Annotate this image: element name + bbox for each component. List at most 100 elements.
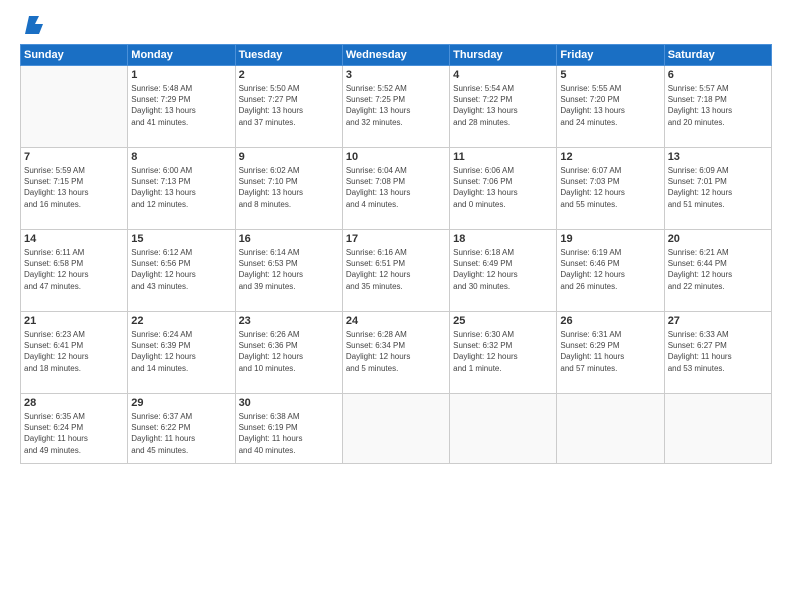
logo-icon bbox=[21, 16, 43, 34]
table-row: 11 Sunrise: 6:06 AM Sunset: 7:06 PM Dayli… bbox=[450, 148, 557, 230]
table-row: 6 Sunrise: 5:57 AM Sunset: 7:18 PM Daylig… bbox=[664, 66, 771, 148]
day-info: Sunrise: 6:23 AM Sunset: 6:41 PM Dayligh… bbox=[24, 329, 124, 374]
table-row: 28 Sunrise: 6:35 AM Sunset: 6:24 PM Dayli… bbox=[21, 394, 128, 464]
table-row: 15 Sunrise: 6:12 AM Sunset: 6:56 PM Dayli… bbox=[128, 230, 235, 312]
day-info: Sunrise: 6:30 AM Sunset: 6:32 PM Dayligh… bbox=[453, 329, 553, 374]
day-info: Sunrise: 6:19 AM Sunset: 6:46 PM Dayligh… bbox=[560, 247, 660, 292]
table-row: 19 Sunrise: 6:19 AM Sunset: 6:46 PM Dayli… bbox=[557, 230, 664, 312]
table-row: 7 Sunrise: 5:59 AM Sunset: 7:15 PM Daylig… bbox=[21, 148, 128, 230]
table-row: 26 Sunrise: 6:31 AM Sunset: 6:29 PM Dayli… bbox=[557, 312, 664, 394]
day-info: Sunrise: 6:07 AM Sunset: 7:03 PM Dayligh… bbox=[560, 165, 660, 210]
day-number: 1 bbox=[131, 69, 231, 81]
table-row: 24 Sunrise: 6:28 AM Sunset: 6:34 PM Dayli… bbox=[342, 312, 449, 394]
day-info: Sunrise: 6:28 AM Sunset: 6:34 PM Dayligh… bbox=[346, 329, 446, 374]
day-info: Sunrise: 6:18 AM Sunset: 6:49 PM Dayligh… bbox=[453, 247, 553, 292]
day-info: Sunrise: 6:02 AM Sunset: 7:10 PM Dayligh… bbox=[239, 165, 339, 210]
day-number: 22 bbox=[131, 315, 231, 327]
day-number: 18 bbox=[453, 233, 553, 245]
page-header bbox=[20, 16, 772, 34]
day-number: 15 bbox=[131, 233, 231, 245]
day-number: 16 bbox=[239, 233, 339, 245]
day-number: 27 bbox=[668, 315, 768, 327]
table-row: 22 Sunrise: 6:24 AM Sunset: 6:39 PM Dayli… bbox=[128, 312, 235, 394]
table-row: 27 Sunrise: 6:33 AM Sunset: 6:27 PM Dayli… bbox=[664, 312, 771, 394]
day-info: Sunrise: 5:50 AM Sunset: 7:27 PM Dayligh… bbox=[239, 83, 339, 128]
table-row bbox=[450, 394, 557, 464]
table-row: 14Sunrise: 6:11 AM Sunset: 6:58 PM Dayli… bbox=[21, 230, 128, 312]
day-info: Sunrise: 6:06 AM Sunset: 7:06 PM Dayligh… bbox=[453, 165, 553, 210]
day-info: Sunrise: 5:57 AM Sunset: 7:18 PM Dayligh… bbox=[668, 83, 768, 128]
calendar-table: Sunday Monday Tuesday Wednesday Thursday… bbox=[20, 44, 772, 464]
day-info: Sunrise: 6:04 AM Sunset: 7:08 PM Dayligh… bbox=[346, 165, 446, 210]
day-info: Sunrise: 6:38 AM Sunset: 6:19 PM Dayligh… bbox=[239, 411, 339, 456]
day-info: Sunrise: 5:55 AM Sunset: 7:20 PM Dayligh… bbox=[560, 83, 660, 128]
day-number: 9 bbox=[239, 151, 339, 163]
day-info: Sunrise: 5:52 AM Sunset: 7:25 PM Dayligh… bbox=[346, 83, 446, 128]
col-thursday: Thursday bbox=[450, 45, 557, 66]
day-info: Sunrise: 5:59 AM Sunset: 7:15 PM Dayligh… bbox=[24, 165, 124, 210]
logo bbox=[20, 16, 43, 34]
day-number: 8 bbox=[131, 151, 231, 163]
day-number: 12 bbox=[560, 151, 660, 163]
day-number: 26 bbox=[560, 315, 660, 327]
day-number: 23 bbox=[239, 315, 339, 327]
table-row: 25 Sunrise: 6:30 AM Sunset: 6:32 PM Dayli… bbox=[450, 312, 557, 394]
table-row: 5 Sunrise: 5:55 AM Sunset: 7:20 PM Daylig… bbox=[557, 66, 664, 148]
day-info: Sunrise: 6:21 AM Sunset: 6:44 PM Dayligh… bbox=[668, 247, 768, 292]
day-number: 13 bbox=[668, 151, 768, 163]
table-row: 10Sunrise: 6:04 AM Sunset: 7:08 PM Dayli… bbox=[342, 148, 449, 230]
day-number: 28 bbox=[24, 397, 124, 409]
day-number: 5 bbox=[560, 69, 660, 81]
day-info: Sunrise: 5:48 AM Sunset: 7:29 PM Dayligh… bbox=[131, 83, 231, 128]
table-row: 1 Sunrise: 5:48 AM Sunset: 7:29 PM Daylig… bbox=[128, 66, 235, 148]
table-row: 3 Sunrise: 5:52 AM Sunset: 7:25 PM Daylig… bbox=[342, 66, 449, 148]
table-row: 23 Sunrise: 6:26 AM Sunset: 6:36 PM Dayli… bbox=[235, 312, 342, 394]
day-number: 3 bbox=[346, 69, 446, 81]
table-row: 20Sunrise: 6:21 AM Sunset: 6:44 PM Dayli… bbox=[664, 230, 771, 312]
day-info: Sunrise: 6:16 AM Sunset: 6:51 PM Dayligh… bbox=[346, 247, 446, 292]
day-number: 7 bbox=[24, 151, 124, 163]
day-number: 30 bbox=[239, 397, 339, 409]
day-number: 24 bbox=[346, 315, 446, 327]
col-tuesday: Tuesday bbox=[235, 45, 342, 66]
table-row: 30 Sunrise: 6:38 AM Sunset: 6:19 PM Dayli… bbox=[235, 394, 342, 464]
table-row: 21 Sunrise: 6:23 AM Sunset: 6:41 PM Dayli… bbox=[21, 312, 128, 394]
day-info: Sunrise: 6:26 AM Sunset: 6:36 PM Dayligh… bbox=[239, 329, 339, 374]
table-row bbox=[21, 66, 128, 148]
day-number: 17 bbox=[346, 233, 446, 245]
day-number: 11 bbox=[453, 151, 553, 163]
day-number: 21 bbox=[24, 315, 124, 327]
col-monday: Monday bbox=[128, 45, 235, 66]
day-info: Sunrise: 6:12 AM Sunset: 6:56 PM Dayligh… bbox=[131, 247, 231, 292]
table-row: 12 Sunrise: 6:07 AM Sunset: 7:03 PM Dayli… bbox=[557, 148, 664, 230]
day-number: 25 bbox=[453, 315, 553, 327]
day-number: 4 bbox=[453, 69, 553, 81]
day-info: Sunrise: 6:33 AM Sunset: 6:27 PM Dayligh… bbox=[668, 329, 768, 374]
calendar-header-row: Sunday Monday Tuesday Wednesday Thursday… bbox=[21, 45, 772, 66]
day-info: Sunrise: 6:24 AM Sunset: 6:39 PM Dayligh… bbox=[131, 329, 231, 374]
day-number: 2 bbox=[239, 69, 339, 81]
day-info: Sunrise: 6:35 AM Sunset: 6:24 PM Dayligh… bbox=[24, 411, 124, 456]
day-info: Sunrise: 6:14 AM Sunset: 6:53 PM Dayligh… bbox=[239, 247, 339, 292]
table-row: 8 Sunrise: 6:00 AM Sunset: 7:13 PM Daylig… bbox=[128, 148, 235, 230]
col-saturday: Saturday bbox=[664, 45, 771, 66]
table-row: 4 Sunrise: 5:54 AM Sunset: 7:22 PM Daylig… bbox=[450, 66, 557, 148]
day-info: Sunrise: 6:00 AM Sunset: 7:13 PM Dayligh… bbox=[131, 165, 231, 210]
day-number: 14 bbox=[24, 233, 124, 245]
table-row bbox=[557, 394, 664, 464]
table-row bbox=[664, 394, 771, 464]
day-number: 6 bbox=[668, 69, 768, 81]
day-number: 19 bbox=[560, 233, 660, 245]
col-sunday: Sunday bbox=[21, 45, 128, 66]
day-number: 29 bbox=[131, 397, 231, 409]
day-info: Sunrise: 6:09 AM Sunset: 7:01 PM Dayligh… bbox=[668, 165, 768, 210]
col-wednesday: Wednesday bbox=[342, 45, 449, 66]
table-row: 2 Sunrise: 5:50 AM Sunset: 7:27 PM Daylig… bbox=[235, 66, 342, 148]
day-info: Sunrise: 6:31 AM Sunset: 6:29 PM Dayligh… bbox=[560, 329, 660, 374]
table-row: 16 Sunrise: 6:14 AM Sunset: 6:53 PM Dayli… bbox=[235, 230, 342, 312]
table-row: 13 Sunrise: 6:09 AM Sunset: 7:01 PM Dayli… bbox=[664, 148, 771, 230]
table-row: 9 Sunrise: 6:02 AM Sunset: 7:10 PM Daylig… bbox=[235, 148, 342, 230]
col-friday: Friday bbox=[557, 45, 664, 66]
table-row: 29Sunrise: 6:37 AM Sunset: 6:22 PM Dayli… bbox=[128, 394, 235, 464]
day-info: Sunrise: 5:54 AM Sunset: 7:22 PM Dayligh… bbox=[453, 83, 553, 128]
